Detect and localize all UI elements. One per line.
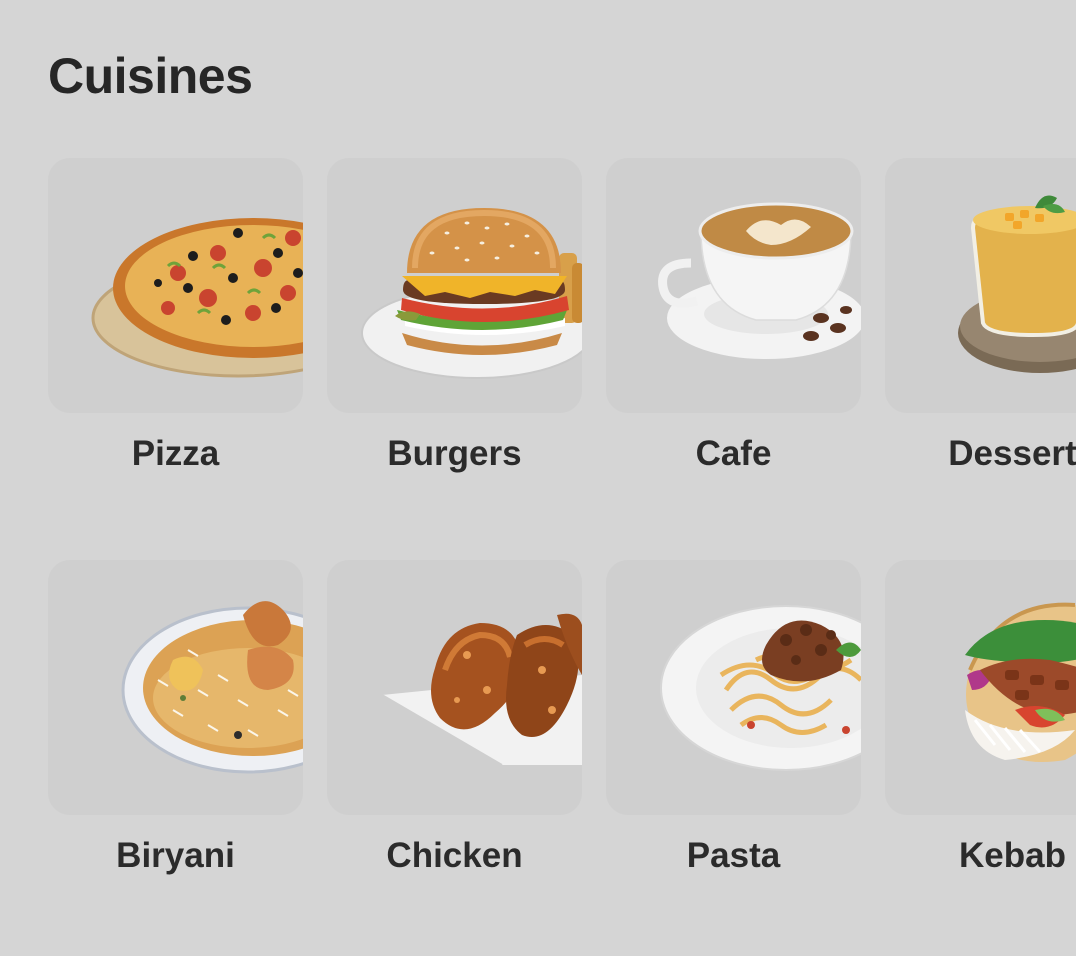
cuisine-label: Pasta xyxy=(686,836,781,875)
cuisine-thumbnail xyxy=(48,560,303,815)
cuisine-thumbnail xyxy=(606,560,861,815)
cuisine-row: Biryani Chicken Pasta Kebab xyxy=(48,560,1076,956)
cuisine-thumbnail xyxy=(48,158,303,413)
pizza-image xyxy=(91,218,303,378)
page-title: Cuisines xyxy=(48,48,253,104)
cuisine-label: Dessert xyxy=(948,434,1076,473)
cuisine-label: Pizza xyxy=(131,434,220,473)
cuisine-label: Burgers xyxy=(387,434,522,473)
cuisine-thumbnail xyxy=(606,158,861,413)
cuisine-tile-chicken[interactable]: Chicken xyxy=(327,560,582,956)
dessert-glass-image xyxy=(958,195,1076,373)
cuisine-label: Chicken xyxy=(386,836,523,875)
cuisine-thumbnail xyxy=(327,158,582,413)
cuisine-tile-cafe[interactable]: Cafe xyxy=(606,158,861,560)
cuisine-tile-biryani[interactable]: Biryani xyxy=(48,560,303,956)
pasta-plate-image xyxy=(660,605,861,771)
cuisine-thumbnail xyxy=(885,158,1076,413)
cuisine-tile-burgers[interactable]: Burgers xyxy=(327,158,582,560)
cuisine-tile-dessert[interactable]: Dessert xyxy=(885,158,1076,560)
cuisines-screen: Cuisines Pizza Burgers Cafe Dessert Biry… xyxy=(0,0,1076,956)
cuisine-label: Kebab xyxy=(959,836,1066,875)
cuisine-tile-kebab[interactable]: Kebab xyxy=(885,560,1076,956)
cuisine-thumbnail xyxy=(885,560,1076,815)
burger-image xyxy=(361,208,582,379)
kebab-wrap-image xyxy=(965,602,1076,762)
cuisine-thumbnail xyxy=(327,560,582,815)
biryani-plate-image xyxy=(121,601,303,774)
cuisine-tile-pasta[interactable]: Pasta xyxy=(606,560,861,956)
coffee-cup-image xyxy=(658,202,861,361)
cuisine-tile-pizza[interactable]: Pizza xyxy=(48,158,303,560)
chicken-wings-image xyxy=(381,613,582,766)
cuisine-row: Pizza Burgers Cafe Dessert xyxy=(48,158,1076,560)
cuisine-label: Cafe xyxy=(695,434,772,473)
cuisine-label: Biryani xyxy=(116,836,235,875)
cuisine-grid: Pizza Burgers Cafe Dessert Biryani Chick… xyxy=(48,158,1076,956)
